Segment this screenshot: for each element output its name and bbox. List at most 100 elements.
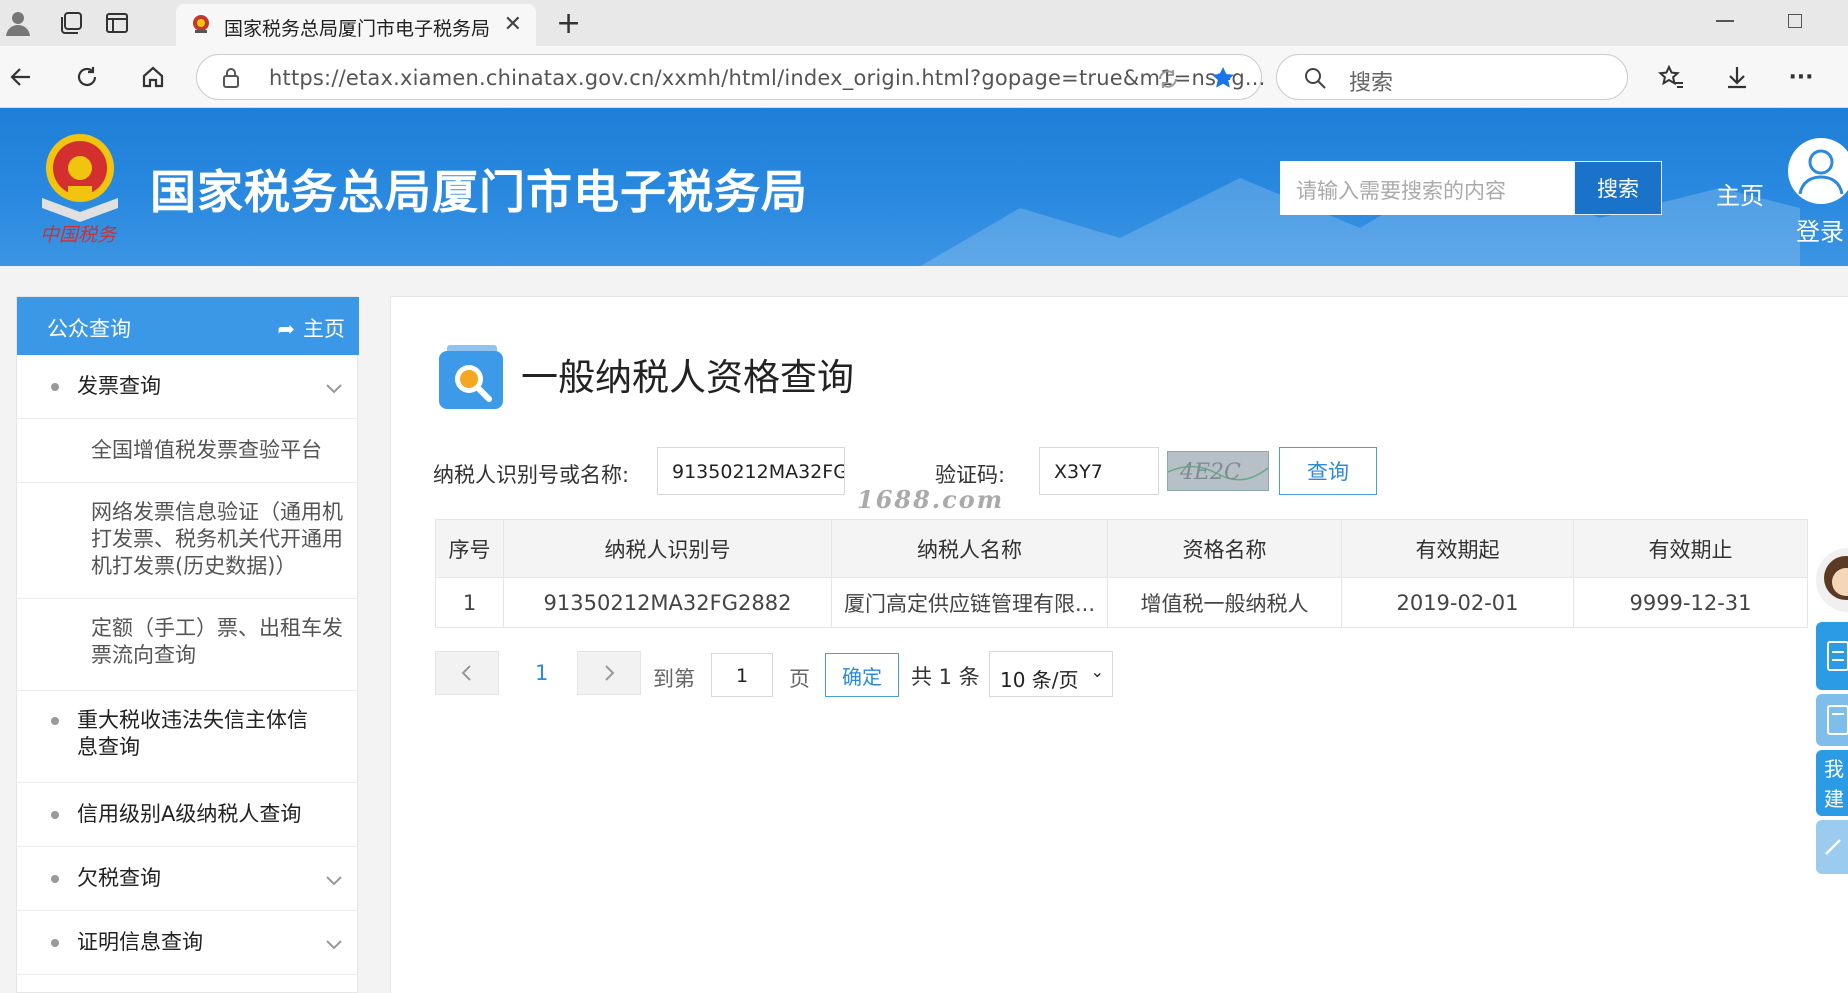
sidebar-item-certificate[interactable]: 证明信息查询 [17,911,359,975]
sidebar-item-vat-verify[interactable]: 全国增值税发票查验平台 [17,419,359,483]
sidebar-item-label: 网络发票信息验证（通用机打发票、税务机关代开通用机打发票(历史数据)） [91,500,343,578]
favorite-star-icon[interactable] [1209,64,1237,96]
site-search-button[interactable]: 搜索 [1574,161,1662,215]
chevron-down-icon [326,384,342,394]
page-size-select[interactable]: 10 条/页 ⌄ [989,651,1113,697]
next-page-button[interactable] [577,651,641,695]
header-home-link[interactable]: 主页 [1716,176,1764,211]
bullet-dot [51,811,59,819]
suggestion-button[interactable]: 我建 [1816,750,1848,816]
goto-confirm-button[interactable]: 确定 [825,653,899,697]
col-header-taxpayer-name: 纳税人名称 [831,519,1108,578]
sidebar-item-label: 欠税查询 [77,866,161,890]
chevron-right-icon [605,665,615,681]
sidebar: 公众查询 ➦ 主页 发票查询 全国增值税发票查验平台 网络发票信息验证（通用机打发… [16,296,359,993]
col-header-valid-to: 有效期止 [1573,519,1808,578]
site-search-input[interactable]: 请输入需要搜索的内容 [1280,161,1576,215]
back-to-top-icon[interactable] [1816,820,1848,874]
site-title: 国家税务总局厦门市电子税务局 [150,165,808,219]
search-document-icon [437,343,505,411]
download-icon[interactable] [1720,60,1754,94]
col-header-taxpayer-id: 纳税人识别号 [503,519,832,578]
sidebar-item-label: 重大税收违法失信主体信息查询 [77,708,308,759]
cell-valid-to: 9999-12-31 [1573,577,1808,628]
home-icon[interactable] [136,60,170,94]
sidebar-home-link[interactable]: ➦ 主页 [277,313,345,343]
back-icon[interactable] [4,60,38,94]
chevron-left-icon [461,665,471,681]
sidebar-item-label: 发票查询 [77,374,161,398]
goto-page-input[interactable]: 1 [711,653,773,697]
sidebar-item-label: 信用级别A级纳税人查询 [77,802,302,826]
sidebar-item-label: 证明信息查询 [77,930,203,954]
captcha-input[interactable]: X3Y7 [1039,447,1159,495]
calculator-icon[interactable] [1816,694,1848,746]
url-text: https://etax.xiamen.chinatax.gov.cn/xxmh… [269,66,1266,90]
captcha-image-text: 4E2C [1179,460,1241,485]
profile-icon[interactable] [4,8,32,36]
more-menu-icon[interactable]: ··· [1784,60,1818,94]
sidebar-item-network-invoice[interactable]: 网络发票信息验证（通用机打发票、税务机关代开通用机打发票(历史数据)） [17,483,359,599]
read-aloud-icon[interactable] [1155,66,1181,96]
address-bar[interactable]: https://etax.xiamen.chinatax.gov.cn/xxmh… [196,54,1265,100]
captcha-image[interactable]: 4E2C [1167,451,1269,491]
tax-emblem-logo[interactable]: 中国税务 [30,128,130,246]
table-header-row: 序号 纳税人识别号 纳税人名称 资格名称 有效期起 有效期止 [435,519,1808,578]
browser-search-placeholder: 搜索 [1349,71,1394,96]
current-page-number[interactable]: 1 [535,661,548,685]
sidebar-item-label: 全国增值税发票查验平台 [91,438,322,462]
cell-taxpayer-id: 91350212MA32FG2882 [503,577,832,628]
restore-icon[interactable] [1788,14,1802,28]
page-title: 一般纳税人资格查询 [521,356,854,399]
browser-search-box[interactable]: 搜索 [1276,54,1628,100]
sidebar-item-invoice-query[interactable]: 发票查询 [17,355,359,419]
result-table: 序号 纳税人识别号 纳税人名称 资格名称 有效期起 有效期止 1 9135021… [435,519,1808,628]
sidebar-item-major-violation[interactable]: 重大税收违法失信主体信息查询 [17,691,359,783]
sidebar-header: 公众查询 ➦ 主页 [17,297,359,355]
watermark-text: 1688.com [857,485,1005,514]
chevron-down-icon: ⌄ [1090,662,1104,681]
col-header-index: 序号 [435,519,504,578]
collections-icon[interactable] [58,10,84,36]
reply-arrow-icon: ➦ [277,317,295,341]
login-user-icon[interactable] [1788,138,1848,204]
refresh-icon[interactable] [70,60,104,94]
taxpayer-id-input[interactable]: 91350212MA32FG2882 [657,447,845,495]
col-header-qualification: 资格名称 [1107,519,1342,578]
col-header-valid-from: 有效期起 [1341,519,1574,578]
tab-close-icon[interactable]: ✕ [504,12,522,37]
site-header: 中国税务 国家税务总局厦门市电子税务局 请输入需要搜索的内容 搜索 主页 登录 [0,108,1848,266]
emblem-caption: 中国税务 [40,224,117,246]
new-tab-icon[interactable]: + [556,6,581,41]
site-favicon-icon [190,13,212,35]
favorites-icon[interactable] [1654,60,1688,94]
page-size-value: 10 条/页 [1000,668,1079,692]
vertical-tabs-icon[interactable] [104,10,130,36]
document-tool-icon[interactable] [1816,622,1848,690]
browser-tabbar: 国家税务总局厦门市电子税务局 ✕ + [0,0,1848,46]
taxpayer-label: 纳税人识别号或名称: [433,463,630,487]
query-button[interactable]: 查询 [1279,447,1377,495]
browser-navbar: https://etax.xiamen.chinatax.gov.cn/xxmh… [0,46,1848,108]
sidebar-item-credit-a[interactable]: 信用级别A级纳税人查询 [17,783,359,847]
chevron-down-icon [326,940,342,950]
page-unit-label: 页 [789,667,810,691]
search-icon [1303,66,1327,94]
prev-page-button[interactable] [435,651,499,695]
sidebar-item-quota-invoice[interactable]: 定额（手工）票、出租车发票流向查询 [17,599,359,691]
bullet-dot [51,383,59,391]
cell-taxpayer-name: 厦门高定供应链管理有限... [831,577,1108,628]
cell-qualification: 增值税一般纳税人 [1107,577,1342,628]
site-search-placeholder: 请输入需要搜索的内容 [1296,179,1506,203]
main-panel: 一般纳税人资格查询 纳税人识别号或名称: 91350212MA32FG2882 … [390,296,1848,993]
minimize-icon[interactable] [1716,20,1734,22]
login-link[interactable]: 登录 [1796,212,1844,247]
goto-label: 到第 [653,667,695,691]
bullet-dot [51,717,59,725]
bullet-dot [51,939,59,947]
chevron-down-icon [326,876,342,886]
sidebar-item-tax-arrears[interactable]: 欠税查询 [17,847,359,911]
lock-icon[interactable] [221,67,241,93]
total-count: 共 1 条 [911,665,980,689]
tab-active[interactable]: 国家税务总局厦门市电子税务局 ✕ [176,4,536,46]
